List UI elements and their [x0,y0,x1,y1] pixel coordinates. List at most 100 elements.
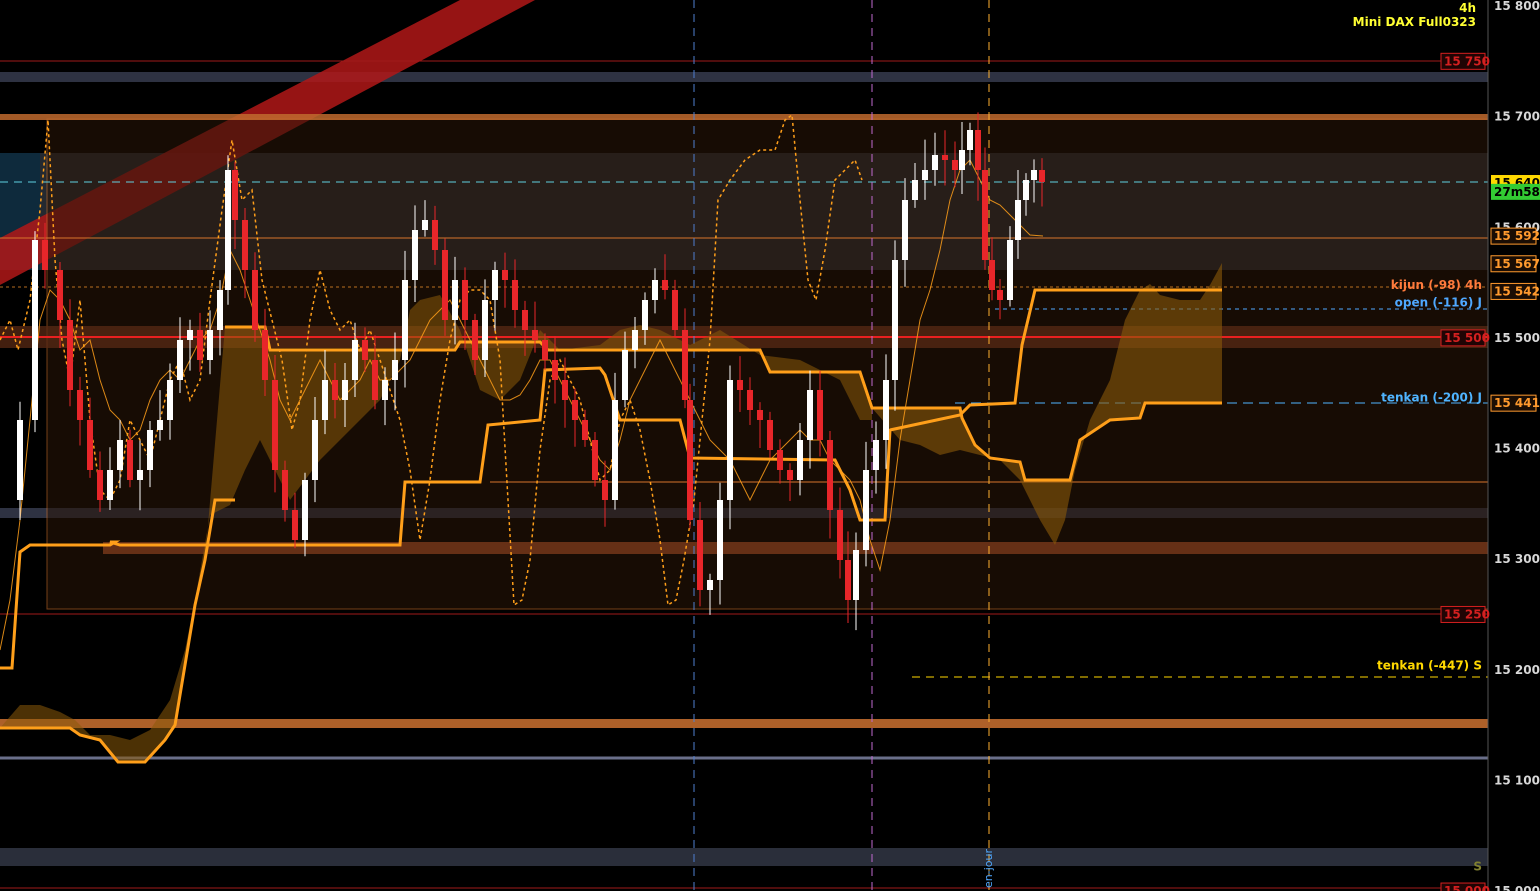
price-tag: 27m58s [1494,185,1540,199]
price-tag: 15 592 [1494,229,1540,243]
instrument-label: Mini DAX Full0323 [1352,15,1476,29]
candle-body [452,280,458,320]
candle-body [1023,180,1029,200]
candle-body [707,580,713,590]
line-annotation: S [1473,860,1482,874]
candle-body [727,380,733,500]
candle-body [682,330,688,400]
candle-body [462,280,468,320]
candle-body [137,470,143,480]
candle-body [282,470,288,510]
zone-band [0,72,1488,82]
level-tag: 15 500 [1444,331,1490,345]
candle-body [67,320,73,390]
line-annotation: tenkan (-200) J [1381,391,1482,405]
candle-body [572,400,578,420]
candle-body [1031,170,1037,180]
candle-body [57,270,63,320]
price-tick-label: 15 200 [1494,663,1540,677]
candle-body [197,330,203,360]
candle-body [262,330,268,380]
line-annotation: tenkan (-447) S [1377,658,1482,672]
candle-body [592,440,598,480]
candle-body [157,420,163,430]
candle-body [892,260,898,380]
price-tick-label: 15 800 [1494,0,1540,13]
level-tag: 15 250 [1444,607,1490,621]
candle-body [552,360,558,380]
candle-body [382,380,388,400]
candle-body [107,470,113,500]
price-chart[interactable]: 15 80015 70015 60015 50015 40015 30015 2… [0,0,1540,891]
candle-body [442,250,448,320]
candle-body [652,280,658,300]
line-annotation: open (-116) J [1395,295,1482,309]
candle-body [932,155,938,170]
candle-body [922,170,928,180]
candle-body [352,340,358,380]
candle-body [217,290,223,330]
candle-body [787,470,793,480]
candle-body [372,360,378,400]
candle-body [342,380,348,400]
candle-body [642,300,648,330]
candle-body [422,220,428,230]
candle-body [312,420,318,480]
candle-body [863,470,869,550]
candle-body [292,510,298,540]
candle-body [767,420,773,450]
candle-body [232,170,238,220]
price-tick-label: 15 700 [1494,110,1540,124]
candle-body [332,380,338,400]
candle-body [687,400,693,520]
level-tag: 15 000 [1444,884,1490,891]
candle-body [912,180,918,200]
candle-body [883,380,889,440]
zone-band [0,848,1488,866]
candle-body [582,420,588,440]
candle-body [17,420,23,500]
candle-body [737,380,743,390]
candle-body [302,480,308,540]
candle-body [697,520,703,590]
candle-body [187,330,193,340]
candle-body [177,340,183,380]
candle-body [272,380,278,470]
price-tag: 15 567 [1494,257,1540,271]
candle-body [997,290,1003,300]
price-tick-label: 15 000 [1494,884,1540,891]
candle-body [942,155,948,160]
candle-body [602,480,608,500]
price-tag: 15 542 [1494,284,1540,298]
chart-title: 4h Mini DAX Full0323 [1353,1,1476,29]
candle-body [147,430,153,470]
price-tick-label: 15 500 [1494,331,1540,345]
candle-body [622,350,628,400]
price-tick-label: 15 100 [1494,773,1540,787]
candle-body [873,440,879,470]
candle-body [322,380,328,420]
candle-body [662,280,668,290]
candle-body [853,550,859,600]
line-annotation: kijun (-98) 4h [1391,278,1482,292]
candle-body [989,260,995,290]
candle-body [612,400,618,500]
candle-body [747,390,753,410]
candle-body [672,290,678,330]
candle-body [845,560,851,600]
candle-body [757,410,763,420]
candle-body [1007,240,1013,300]
candle-body [797,440,803,480]
candle-body [837,510,843,560]
candle-body [242,220,248,270]
candle-body [542,340,548,360]
candle-body [532,330,538,340]
candle-body [252,270,258,330]
candle-body [362,340,368,360]
timeframe-label: 4h [1459,1,1476,15]
candle-body [902,200,908,260]
candle-body [777,450,783,470]
candle-body [127,440,133,480]
candle-body [225,170,231,290]
candle-body [807,390,813,440]
